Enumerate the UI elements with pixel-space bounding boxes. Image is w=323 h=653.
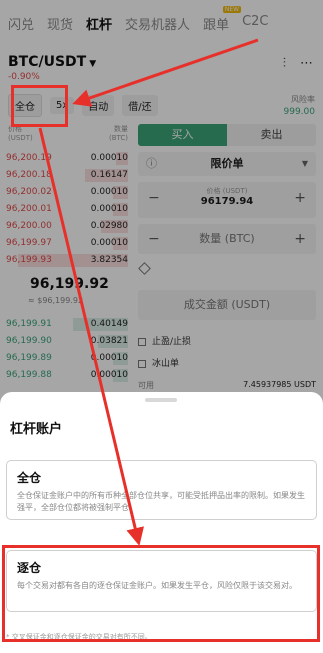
drag-handle[interactable] [145,398,177,402]
highlight-box-isolated [2,545,320,642]
sheet-title: 杠杆账户 [10,422,63,437]
cross-margin-title: 全仓 [17,471,42,485]
cross-margin-option[interactable]: 全仓 全仓保证金账户中的所有币种全部仓位共享，可能受抵押品出率的限制。如果发生强… [6,460,317,520]
highlight-box-margin-mode [11,85,68,127]
cross-margin-desc: 全仓保证金账户中的所有币种全部仓位共享，可能受抵押品出率的限制。如果发生强平，全… [17,491,305,512]
